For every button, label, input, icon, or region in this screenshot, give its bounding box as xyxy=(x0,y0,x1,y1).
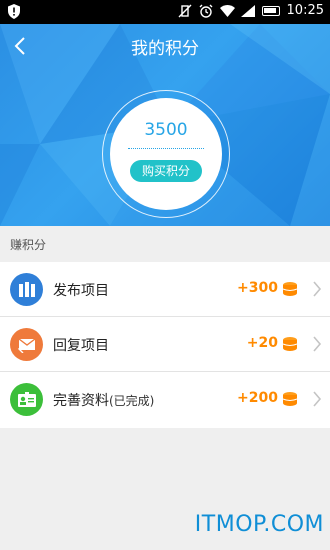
coin-stack-icon xyxy=(282,282,298,296)
battery-icon xyxy=(261,5,280,16)
title-bar: 我的积分 xyxy=(0,24,330,68)
alarm-icon xyxy=(199,4,213,18)
list-item-publish-project[interactable]: 发布项目 +300 xyxy=(0,262,330,317)
list-item-label: 完善资料(已完成) xyxy=(53,393,155,409)
list-item-label: 回复项目 xyxy=(53,338,109,354)
watermark: ITMOP.COM xyxy=(194,512,324,537)
status-time: 10:25 xyxy=(286,3,324,18)
points-circle: 3500 购买积分 xyxy=(110,98,222,210)
section-header: 赚积分 xyxy=(0,226,330,262)
points-value: 3500 xyxy=(144,120,188,140)
list-item-complete-profile[interactable]: 完善资料(已完成) +200 xyxy=(0,372,330,428)
wifi-icon xyxy=(219,4,235,18)
section-label: 赚积分 xyxy=(10,238,47,252)
vibrate-muted-icon xyxy=(178,4,192,18)
page-title: 我的积分 xyxy=(131,39,199,59)
chevron-right-icon xyxy=(313,391,322,407)
mail-reply-icon xyxy=(10,328,43,361)
id-card-icon xyxy=(10,383,43,416)
earn-points-list: 发布项目 +300 回复项目 +20 完善资料(已完成) +200 xyxy=(0,262,330,428)
briefcase-icon xyxy=(10,273,43,306)
points-header: 我的积分 3500 购买积分 xyxy=(0,24,330,226)
status-bar: 10:25 xyxy=(0,0,330,24)
shield-notification-icon xyxy=(8,4,20,23)
coin-stack-icon xyxy=(282,337,298,351)
list-item-points: +300 xyxy=(237,280,278,296)
chevron-right-icon xyxy=(313,281,322,297)
list-item-label: 发布项目 xyxy=(53,283,109,299)
coin-stack-icon xyxy=(282,392,298,406)
divider xyxy=(128,148,204,149)
list-item-points: +200 xyxy=(237,390,278,406)
buy-points-button[interactable]: 购买积分 xyxy=(130,160,202,182)
list-item-points: +20 xyxy=(246,335,278,351)
list-item-reply-project[interactable]: 回复项目 +20 xyxy=(0,317,330,372)
signal-icon xyxy=(240,4,255,18)
chevron-right-icon xyxy=(313,336,322,352)
